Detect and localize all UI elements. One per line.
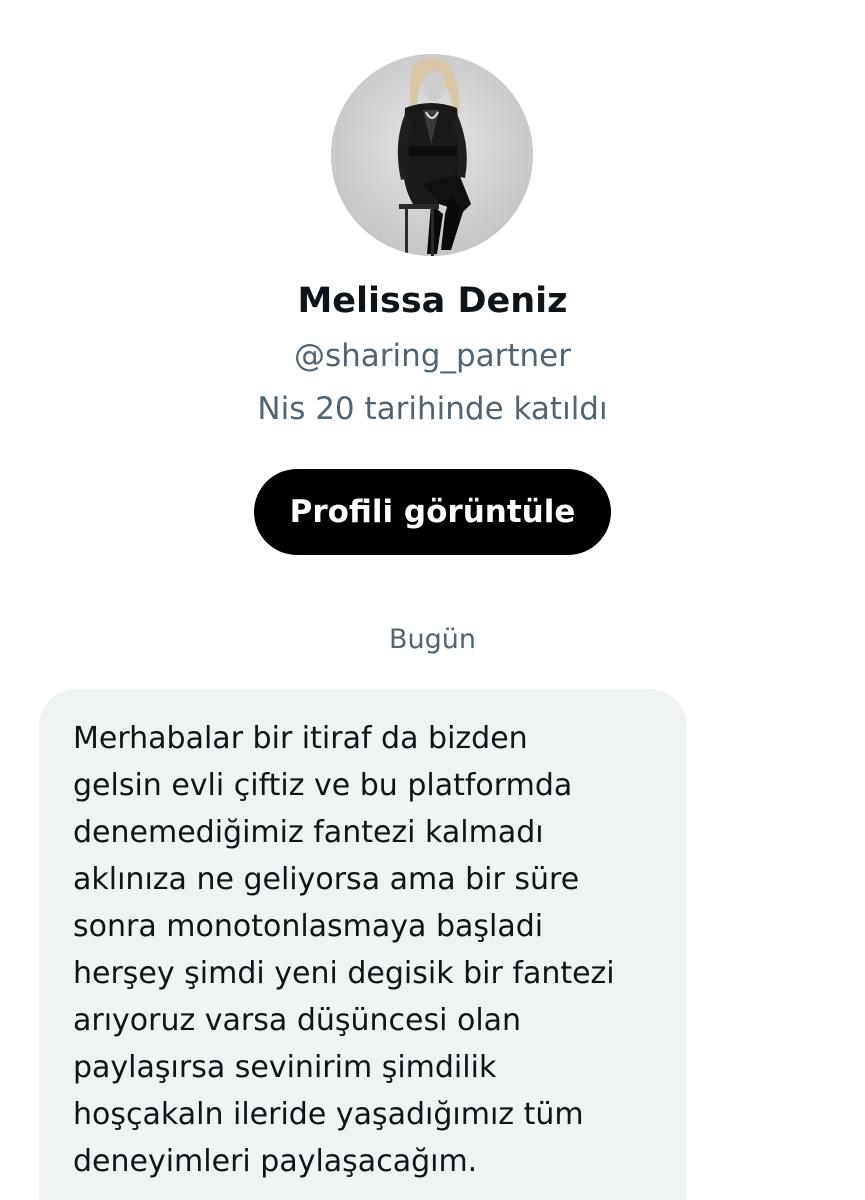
date-divider: Bugün xyxy=(389,624,476,655)
dm-conversation-screen: Melissa Deniz @sharing_partner Nis 20 ta… xyxy=(0,0,865,1200)
username-handle: @sharing_partner xyxy=(293,338,572,374)
display-name: Melissa Deniz xyxy=(297,281,568,321)
view-profile-button[interactable]: Profili görüntüle xyxy=(254,469,611,555)
message-text: Merhabalar bir itiraf da bizden gelsin e… xyxy=(73,721,615,1179)
avatar[interactable] xyxy=(331,54,533,256)
profile-photo xyxy=(331,54,533,256)
message-bubble[interactable]: Merhabalar bir itiraf da bizden gelsin e… xyxy=(39,689,687,1200)
join-date: Nis 20 tarihinde katıldı xyxy=(257,391,608,427)
